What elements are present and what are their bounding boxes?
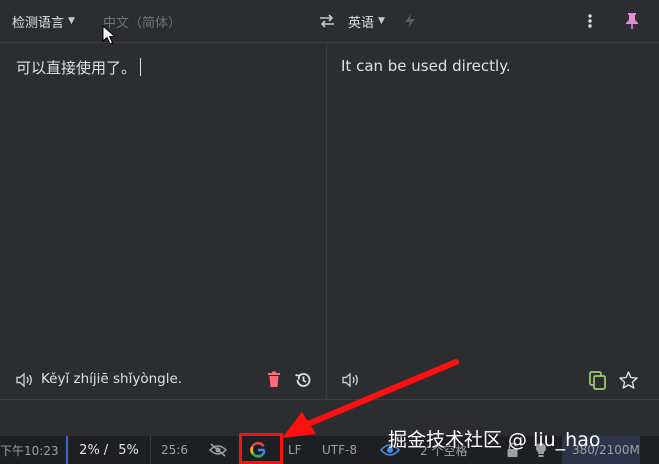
source-lang-label: 检测语言 bbox=[12, 15, 65, 31]
status-progress[interactable]: 2% / 5% bbox=[66, 436, 151, 464]
flash-icon bbox=[405, 14, 415, 28]
speaker-icon bbox=[16, 372, 32, 388]
text-cursor bbox=[140, 58, 142, 76]
swap-icon bbox=[320, 14, 334, 28]
copy-button[interactable] bbox=[589, 371, 606, 390]
source-lang-select[interactable]: 检测语言 ▼ bbox=[12, 0, 75, 42]
swap-button[interactable] bbox=[318, 0, 336, 42]
flash-button[interactable] bbox=[404, 0, 416, 42]
translator-toolbar: 检测语言 ▼ 中文（简体） 英语 ▼ bbox=[0, 0, 659, 43]
progress-a: 2% bbox=[79, 442, 100, 458]
caret-down-icon: ▼ bbox=[68, 16, 75, 26]
pin-button[interactable] bbox=[625, 0, 639, 42]
inspection-button[interactable] bbox=[208, 436, 228, 464]
more-vert-icon bbox=[588, 14, 592, 28]
source-text: 可以直接使用了。 bbox=[16, 59, 137, 77]
source-pinyin: Kěyǐ zhíjiē shǐyòngle. bbox=[41, 371, 183, 387]
source-text-area[interactable]: 可以直接使用了。 bbox=[16, 57, 142, 78]
watermark: 掘金技术社区 @ liu_hao bbox=[388, 429, 601, 451]
inspection-icon bbox=[208, 443, 228, 457]
target-pane: It can be used directly. bbox=[327, 43, 659, 399]
progress-b: 5% bbox=[118, 442, 139, 458]
source-speak-button[interactable] bbox=[16, 372, 34, 388]
mouse-pointer-icon bbox=[102, 25, 117, 45]
source-pane[interactable]: 可以直接使用了。 Kěyǐ zhíjiē shǐyòngle. bbox=[0, 43, 327, 399]
progress-separator: / bbox=[103, 442, 109, 458]
target-text[interactable]: It can be used directly. bbox=[341, 57, 511, 75]
status-time: 下午10:23 bbox=[0, 443, 59, 458]
caret-down-icon: ▼ bbox=[378, 16, 385, 26]
favorite-button[interactable] bbox=[619, 371, 638, 389]
star-icon bbox=[619, 371, 638, 389]
pin-icon bbox=[626, 13, 638, 29]
copy-icon bbox=[589, 371, 606, 390]
status-position[interactable]: 25:6 bbox=[161, 436, 188, 464]
target-lang-label: 英语 bbox=[348, 15, 375, 31]
more-button[interactable] bbox=[586, 0, 594, 42]
target-lang-select[interactable]: 英语 ▼ bbox=[348, 0, 385, 42]
